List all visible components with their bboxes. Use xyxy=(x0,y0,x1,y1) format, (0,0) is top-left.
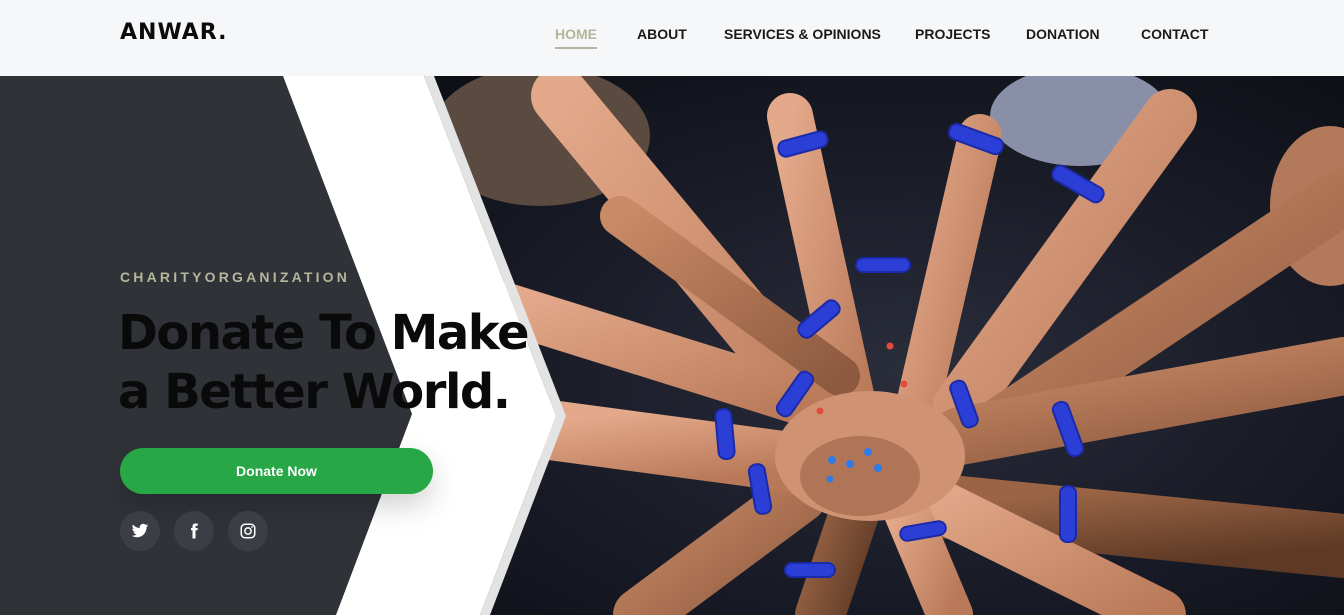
twitter-icon xyxy=(131,523,149,538)
hero-section: CHARITYORGANIZATION Donate To Make a Bet… xyxy=(0,76,1344,615)
navbar: ANWAR. HOME ABOUT SERVICES & OPINIONS PR… xyxy=(0,0,1344,76)
hero-headline-line-2: a Better World. xyxy=(118,364,511,420)
hero-headline-line-1: Donate To Make xyxy=(118,305,530,361)
facebook-link[interactable] xyxy=(174,511,214,551)
instagram-icon xyxy=(240,523,256,539)
twitter-link[interactable] xyxy=(120,511,160,551)
nav-contact[interactable]: CONTACT xyxy=(1141,26,1208,42)
facebook-icon xyxy=(191,523,198,539)
main-nav: HOME ABOUT SERVICES & OPINIONS PROJECTS … xyxy=(0,26,1344,50)
hero-eyebrow: CHARITYORGANIZATION xyxy=(120,269,351,285)
nav-projects[interactable]: PROJECTS xyxy=(915,26,990,42)
donate-now-button[interactable]: Donate Now xyxy=(120,448,433,494)
nav-home[interactable]: HOME xyxy=(555,26,597,49)
instagram-link[interactable] xyxy=(228,511,268,551)
hero-headline: Donate To Make a Better World. xyxy=(118,304,558,422)
nav-about[interactable]: ABOUT xyxy=(637,26,687,42)
nav-services-opinions[interactable]: SERVICES & OPINIONS xyxy=(724,26,881,42)
nav-donation[interactable]: DONATION xyxy=(1026,26,1100,42)
